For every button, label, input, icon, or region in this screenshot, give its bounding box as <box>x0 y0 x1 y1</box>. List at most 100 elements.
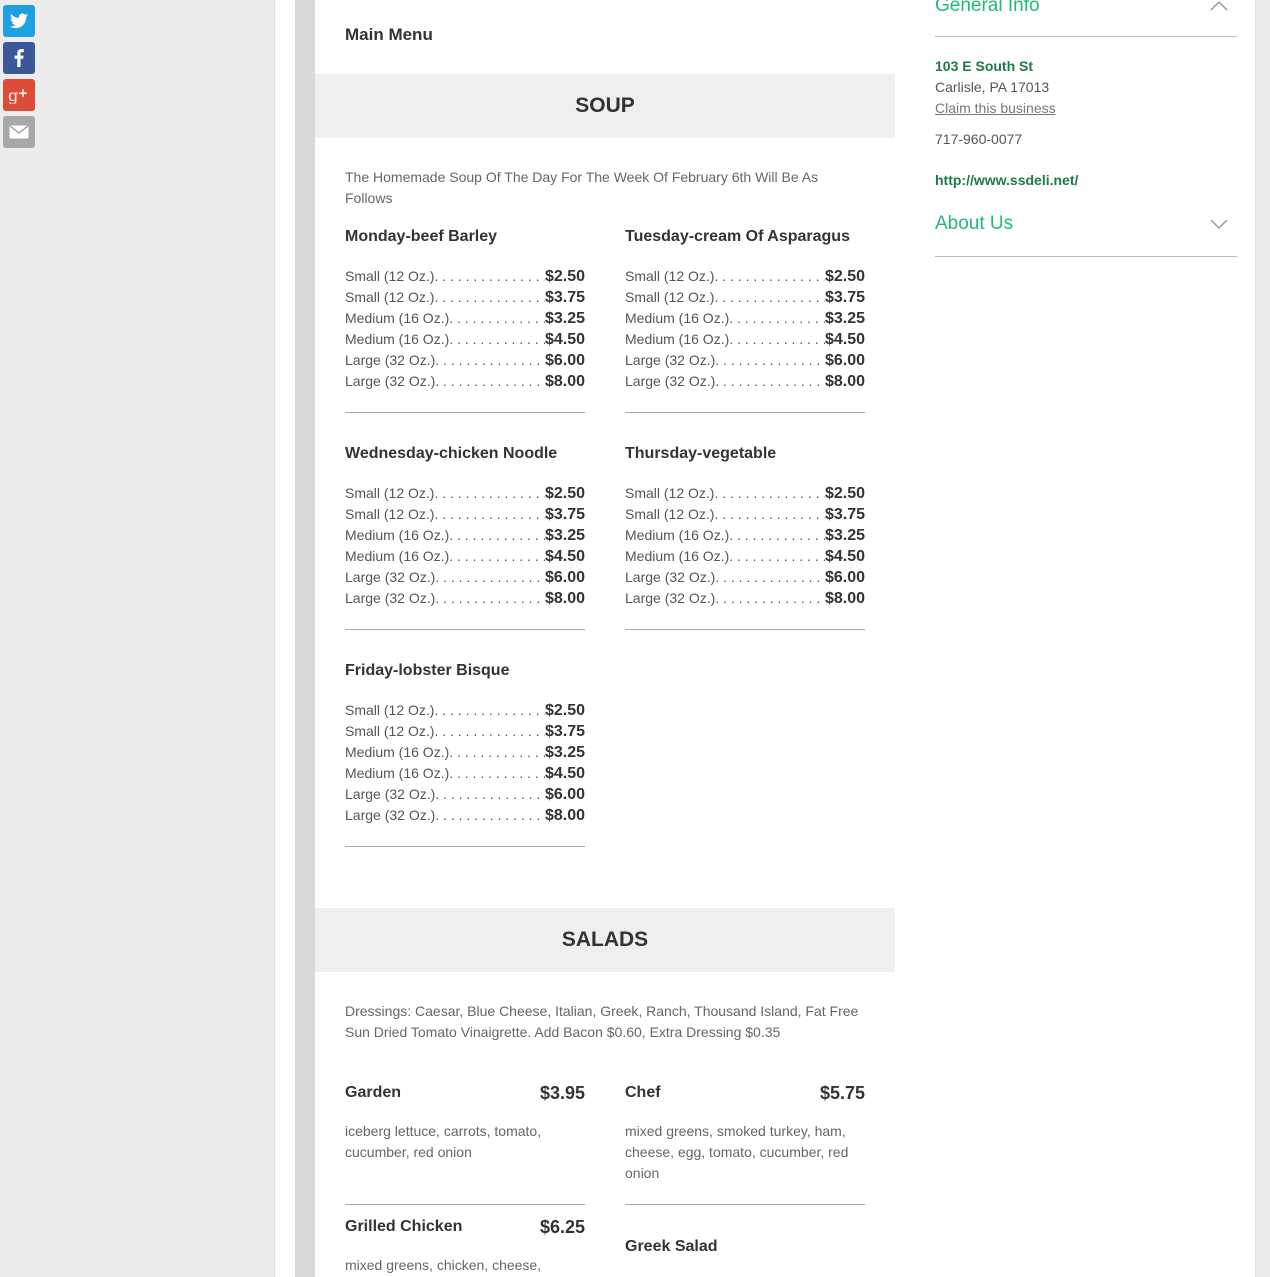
size-label: Large (32 Oz.) <box>345 352 436 368</box>
price: $2.50 <box>544 702 585 719</box>
dot-leader <box>714 504 824 525</box>
divider <box>345 846 585 847</box>
size-label: Large (32 Oz.) <box>625 569 716 585</box>
price-row: Small (12 Oz.) $2.50 <box>345 266 585 287</box>
price-row: Small (12 Oz.) $2.50 <box>345 700 585 721</box>
price-row: Medium (16 Oz.) $3.25 <box>625 308 865 329</box>
website-link[interactable]: http://www.ssdeli.net/ <box>935 172 1078 188</box>
dot-leader <box>434 721 544 742</box>
divider <box>345 412 585 413</box>
price-row: Medium (16 Oz.) $3.25 <box>345 308 585 329</box>
general-info-toggle[interactable]: General Info <box>935 0 1237 19</box>
dot-leader <box>714 483 824 504</box>
dot-leader <box>729 308 825 329</box>
price-row: Large (32 Oz.) $8.00 <box>345 371 585 392</box>
price: $3.25 <box>544 310 585 327</box>
item-name: Chef <box>625 1084 661 1101</box>
size-label: Large (32 Oz.) <box>345 786 436 802</box>
soup-item-name: Wednesday-chicken Noodle <box>345 445 558 462</box>
divider <box>345 1204 585 1205</box>
page-container: Main Menu SOUP The Homemade Soup Of The … <box>274 0 1256 1277</box>
price: $3.25 <box>544 744 585 761</box>
twitter-share-button[interactable] <box>3 5 35 37</box>
price-row: Large (32 Oz.) $6.00 <box>625 350 865 371</box>
item-name: Garden <box>345 1084 402 1101</box>
dot-leader <box>449 525 545 546</box>
dot-leader <box>434 504 544 525</box>
price: $6.00 <box>824 569 865 586</box>
price: $8.00 <box>544 590 585 607</box>
dot-leader <box>714 266 824 287</box>
dot-leader <box>449 546 545 567</box>
price: $4.50 <box>824 548 865 565</box>
menu-column: Main Menu SOUP The Homemade Soup Of The … <box>295 0 895 1277</box>
dot-leader <box>729 525 825 546</box>
price: $6.00 <box>544 569 585 586</box>
price: $3.75 <box>824 506 865 523</box>
svg-text:g: g <box>8 86 18 104</box>
size-label: Medium (16 Oz.) <box>345 744 450 760</box>
price-row: Medium (16 Oz.) $4.50 <box>345 763 585 784</box>
size-label: Large (32 Oz.) <box>345 807 436 823</box>
email-share-button[interactable] <box>3 116 35 148</box>
size-label: Medium (16 Oz.) <box>345 548 450 564</box>
soup-item-name: Friday-lobster Bisque <box>345 662 510 679</box>
item-name: Grilled Chicken <box>345 1218 463 1235</box>
price-row: Medium (16 Oz.) $4.50 <box>345 329 585 350</box>
size-label: Small (12 Oz.) <box>345 485 435 501</box>
soup-item: Friday-lobster Bisque Small (12 Oz.) $2.50… <box>345 661 585 847</box>
dot-leader <box>715 567 825 588</box>
facebook-share-button[interactable] <box>3 42 35 74</box>
price: $2.50 <box>544 268 585 285</box>
price: $3.75 <box>544 289 585 306</box>
price: $4.50 <box>544 548 585 565</box>
size-label: Small (12 Oz.) <box>345 702 435 718</box>
size-label: Small (12 Oz.) <box>345 268 435 284</box>
price: $2.50 <box>544 485 585 502</box>
menu-item-grilled-chicken: Grilled Chicken $6.25 mixed greens, chic… <box>345 1215 585 1276</box>
item-price: $5.75 <box>819 1082 865 1103</box>
about-us-toggle[interactable]: About Us <box>935 211 1237 237</box>
soup-description: The Homemade Soup Of The Day For The Wee… <box>345 169 819 206</box>
item-description: iceberg lettuce, carrots, tomato, cucumb… <box>345 1123 542 1160</box>
soup-section-heading: SOUP <box>315 74 895 138</box>
soup-item-name: Thursday-vegetable <box>625 445 777 462</box>
price: $6.00 <box>544 352 585 369</box>
price-row: Medium (16 Oz.) $4.50 <box>345 546 585 567</box>
dot-leader <box>435 371 545 392</box>
size-label: Medium (16 Oz.) <box>345 765 450 781</box>
email-icon <box>9 125 29 139</box>
dot-leader <box>715 350 825 371</box>
item-name: Greek Salad <box>625 1238 718 1255</box>
dot-leader <box>435 588 545 609</box>
size-label: Small (12 Oz.) <box>625 289 715 305</box>
price-row: Large (32 Oz.) $8.00 <box>625 588 865 609</box>
claim-business-link[interactable]: Claim this business <box>935 100 1056 116</box>
size-label: Small (12 Oz.) <box>625 485 715 501</box>
size-label: Medium (16 Oz.) <box>625 310 730 326</box>
price: $6.00 <box>824 352 865 369</box>
price-row: Small (12 Oz.) $3.75 <box>625 504 865 525</box>
price: $2.50 <box>824 485 865 502</box>
size-label: Large (32 Oz.) <box>625 352 716 368</box>
item-price: $3.95 <box>539 1082 585 1103</box>
svg-text:+: + <box>18 86 28 100</box>
price-row: Large (32 Oz.) $8.00 <box>345 805 585 826</box>
divider <box>625 1204 865 1205</box>
address-line-1: 103 E South St <box>935 58 1034 74</box>
dot-leader <box>715 371 825 392</box>
price-row: Large (32 Oz.) $6.00 <box>345 350 585 371</box>
price: $4.50 <box>544 331 585 348</box>
price: $3.25 <box>824 310 865 327</box>
size-label: Medium (16 Oz.) <box>345 331 450 347</box>
size-label: Large (32 Oz.) <box>625 373 716 389</box>
price-row: Large (32 Oz.) $8.00 <box>345 588 585 609</box>
price: $4.50 <box>544 765 585 782</box>
google-plus-share-button[interactable]: g + <box>3 79 35 111</box>
price: $8.00 <box>544 373 585 390</box>
dot-leader <box>434 700 544 721</box>
price: $2.50 <box>824 268 865 285</box>
size-label: Medium (16 Oz.) <box>625 527 730 543</box>
menu-item-garden: Garden $3.95 iceberg lettuce, carrots, t… <box>345 1081 585 1205</box>
soup-item: Wednesday-chicken Noodle Small (12 Oz.) $2… <box>345 444 585 630</box>
